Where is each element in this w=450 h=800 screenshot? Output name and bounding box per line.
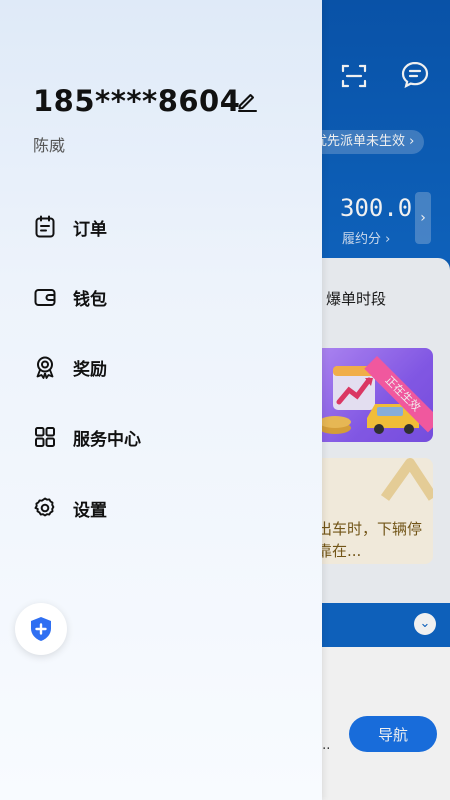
reward-icon xyxy=(36,356,54,379)
menu-item-rewards[interactable]: 奖励 xyxy=(33,352,293,382)
user-phone: 185****8604 xyxy=(33,84,241,118)
safety-center-button[interactable] xyxy=(15,603,67,655)
menu-item-label: 设置 xyxy=(73,501,107,521)
wallet-icon xyxy=(34,289,56,306)
user-name: 陈威 xyxy=(33,136,66,155)
menu-item-label: 订单 xyxy=(73,220,107,240)
menu-item-label: 钱包 xyxy=(73,290,107,310)
menu-item-label: 奖励 xyxy=(73,360,107,380)
safety-shield-icon xyxy=(31,617,51,641)
menu-item-orders[interactable]: 订单 xyxy=(33,212,293,242)
menu-item-settings[interactable]: 设置 xyxy=(33,493,293,523)
service-center-icon xyxy=(35,427,55,447)
order-icon xyxy=(35,215,55,238)
side-drawer: 185****8604 陈威 订单 钱包 奖励 服务中心 设置 xyxy=(0,0,322,800)
menu-item-label: 服务中心 xyxy=(73,430,141,450)
settings-icon xyxy=(34,497,55,517)
edit-icon[interactable] xyxy=(236,90,258,112)
menu-item-service-center[interactable]: 服务中心 xyxy=(33,422,293,452)
menu-item-wallet[interactable]: 钱包 xyxy=(33,282,293,312)
